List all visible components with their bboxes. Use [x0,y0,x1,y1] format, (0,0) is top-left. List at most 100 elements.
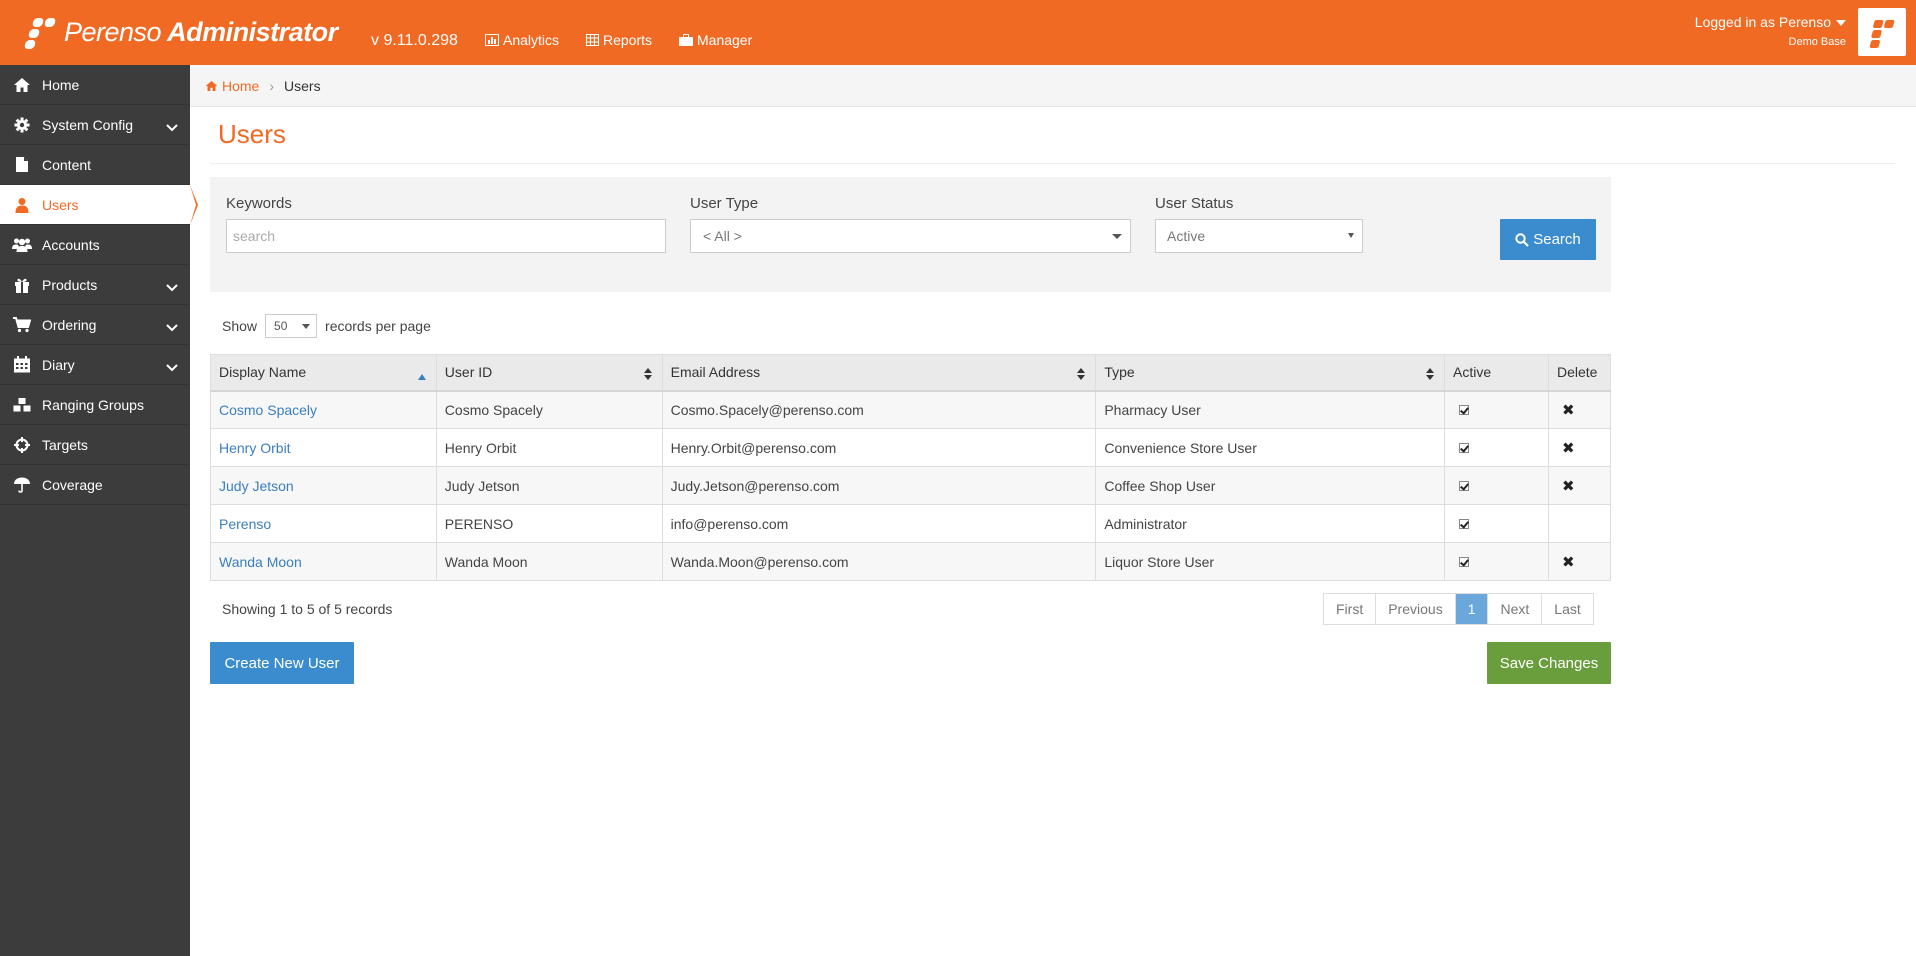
search-button-label: Search [1533,231,1581,248]
keywords-input[interactable]: search [226,219,666,253]
column-header-type[interactable]: Type [1095,354,1446,392]
version-label: v 9.11.0.298 [371,32,458,49]
pagination-page-1[interactable]: 1 [1455,594,1489,624]
sidebar-item-ordering[interactable]: Ordering [0,305,190,345]
create-new-user-label: Create New User [224,654,340,672]
active-checkbox[interactable] [1459,556,1470,567]
nav-analytics[interactable]: Analytics [485,32,559,48]
sidebar-item-products[interactable]: Products [0,265,190,305]
page-title: Users [218,119,286,149]
brand-logo[interactable]: Perenso Administrator [23,10,338,54]
user-id-cell: Henry Orbit [435,428,663,467]
account-menu[interactable]: Logged in as Perenso Demo Base [1695,14,1846,48]
display-name-link[interactable]: Perenso [210,504,437,543]
crosshairs-icon [12,435,32,455]
delete-cell: ✖ [1547,428,1612,467]
save-changes-button[interactable]: Save Changes [1487,642,1611,684]
display-name-link[interactable]: Cosmo Spacely [210,390,437,429]
delete-icon[interactable]: ✖ [1562,402,1575,419]
briefcase-icon [679,34,693,46]
column-header-delete: Delete [1547,354,1612,392]
type-cell: Liquor Store User [1095,542,1446,581]
perenso-logo-icon [23,15,58,49]
filter-panel: Keywords search User Type < All > User S… [210,177,1611,292]
pagination-last[interactable]: Last [1542,594,1593,624]
pagination-first[interactable]: First [1324,594,1377,624]
gear-icon [12,115,32,135]
search-icon [1515,232,1530,247]
cart-icon [12,315,32,335]
column-header-label: Email Address [670,364,761,381]
column-header-display-name[interactable]: Display Name [210,354,437,392]
delete-icon[interactable]: ✖ [1562,478,1575,495]
sidebar-item-coverage[interactable]: Coverage [0,465,190,505]
active-checkbox[interactable] [1459,404,1470,415]
nav-reports[interactable]: Reports [586,32,652,48]
pagination-previous[interactable]: Previous [1376,594,1456,624]
column-header-user-id[interactable]: User ID [435,354,663,392]
user-type-value: < All > [703,228,742,244]
sidebar-item-diary[interactable]: Diary [0,345,190,385]
save-changes-label: Save Changes [1499,654,1599,672]
user-icon [12,195,32,215]
sidebar-item-accounts[interactable]: Accounts [0,225,190,265]
user-type-select[interactable]: < All > [690,219,1131,253]
chevron-down-icon [166,119,178,135]
delete-icon[interactable]: ✖ [1562,554,1575,571]
display-name-link[interactable]: Henry Orbit [210,428,437,467]
pagination-next[interactable]: Next [1488,594,1543,624]
active-checkbox[interactable] [1459,442,1470,453]
email-cell: info@perenso.com [661,504,1097,543]
sidebar-item-label: Ranging Groups [42,396,144,413]
page-size-select[interactable]: 50 [265,314,318,338]
user-status-value: Active [1167,228,1206,244]
avatar[interactable] [1858,8,1906,56]
sidebar-item-users[interactable]: Users [0,185,198,225]
bar-chart-icon [485,34,499,46]
breadcrumb-home-label: Home [222,77,260,94]
nav-manager-label: Manager [697,32,753,48]
table-row: Perenso PERENSO info@perenso.com Adminis… [210,504,1612,543]
user-status-select[interactable]: Active [1155,219,1363,253]
top-header: Perenso Administrator v 9.11.0.298 Analyt… [0,0,1916,65]
table-row: Wanda Moon Wanda Moon Wanda.Moon@perenso… [210,542,1612,581]
sidebar-item-content[interactable]: Content [0,145,190,185]
display-name-link[interactable]: Wanda Moon [210,542,437,581]
delete-cell [1547,504,1612,543]
sidebar-item-label: Coverage [42,476,103,493]
umbrella-icon [12,475,32,495]
active-cell [1444,542,1549,581]
search-button[interactable]: Search [1500,219,1596,260]
sidebar-item-home[interactable]: Home [0,65,190,105]
active-checkbox[interactable] [1459,518,1470,529]
sidebar-item-system-config[interactable]: System Config [0,105,190,145]
sort-asc-icon [417,367,426,383]
nav-manager[interactable]: Manager [679,32,752,48]
sidebar-item-ranging-groups[interactable]: Ranging Groups [0,385,190,425]
column-header-email[interactable]: Email Address [661,354,1097,392]
delete-icon[interactable]: ✖ [1562,440,1575,457]
nav-reports-label: Reports [603,32,653,48]
users-table: Display Name User ID Email Address Type … [210,354,1612,581]
brand-name: Perenso [64,16,162,47]
type-cell: Pharmacy User [1095,390,1446,429]
sidebar-item-label: Home [42,76,80,93]
perenso-logo-icon [1869,20,1895,48]
sidebar-item-label: Users [42,196,79,213]
active-cell [1444,428,1549,467]
sidebar-item-label: Ordering [42,316,97,333]
active-checkbox[interactable] [1459,480,1470,491]
breadcrumb-home[interactable]: Home [205,78,259,94]
dropdown-arrow-icon [1348,233,1354,238]
sidebar-item-targets[interactable]: Targets [0,425,190,465]
display-name-link[interactable]: Judy Jetson [210,466,437,505]
home-icon [205,80,218,91]
sort-icon [1426,367,1435,383]
column-header-label: Active [1453,364,1492,381]
create-new-user-button[interactable]: Create New User [210,642,354,684]
title-divider [210,163,1895,164]
table-row: Judy Jetson Judy Jetson Judy.Jetson@pere… [210,466,1612,505]
delete-cell: ✖ [1547,542,1612,581]
email-cell: Henry.Orbit@perenso.com [661,428,1097,467]
show-label: Show [222,318,258,334]
